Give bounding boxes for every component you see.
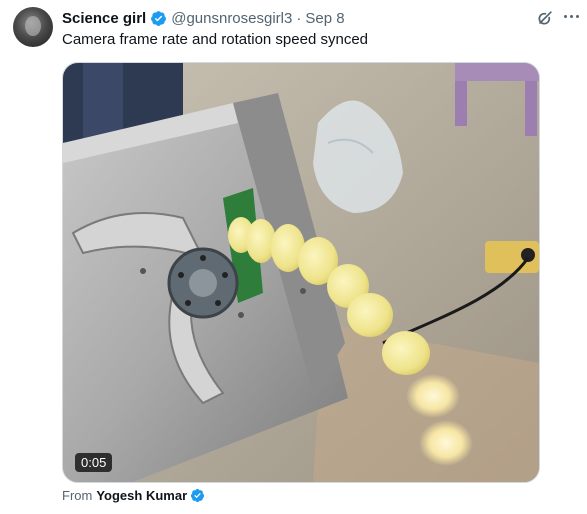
header-separator: · — [296, 9, 302, 27]
avatar-face — [25, 16, 41, 36]
attribution-prefix: From — [62, 488, 93, 503]
tweet-text: Camera frame rate and rotation speed syn… — [62, 31, 368, 48]
tweet-date[interactable]: Sep 8 — [305, 10, 344, 27]
author-name[interactable]: Science girl — [62, 10, 146, 27]
verified-badge-icon — [151, 10, 167, 26]
video-duration: 0:05 — [75, 453, 113, 472]
attribution-verified-badge-icon — [191, 488, 205, 503]
more-options-icon[interactable] — [561, 6, 581, 26]
author-handle[interactable]: @gunsnrosesgirl3 — [171, 10, 292, 27]
attribution-name[interactable]: Yogesh Kumar — [96, 488, 187, 503]
video-frame — [63, 63, 539, 482]
grok-icon[interactable] — [535, 8, 555, 28]
attribution: From Yogesh Kumar — [62, 488, 209, 503]
avatar[interactable] — [13, 7, 53, 47]
video-media[interactable]: 0:05 — [62, 62, 540, 483]
tweet-header: Science girl @gunsnrosesgirl3 · Sep 8 — [62, 8, 345, 28]
